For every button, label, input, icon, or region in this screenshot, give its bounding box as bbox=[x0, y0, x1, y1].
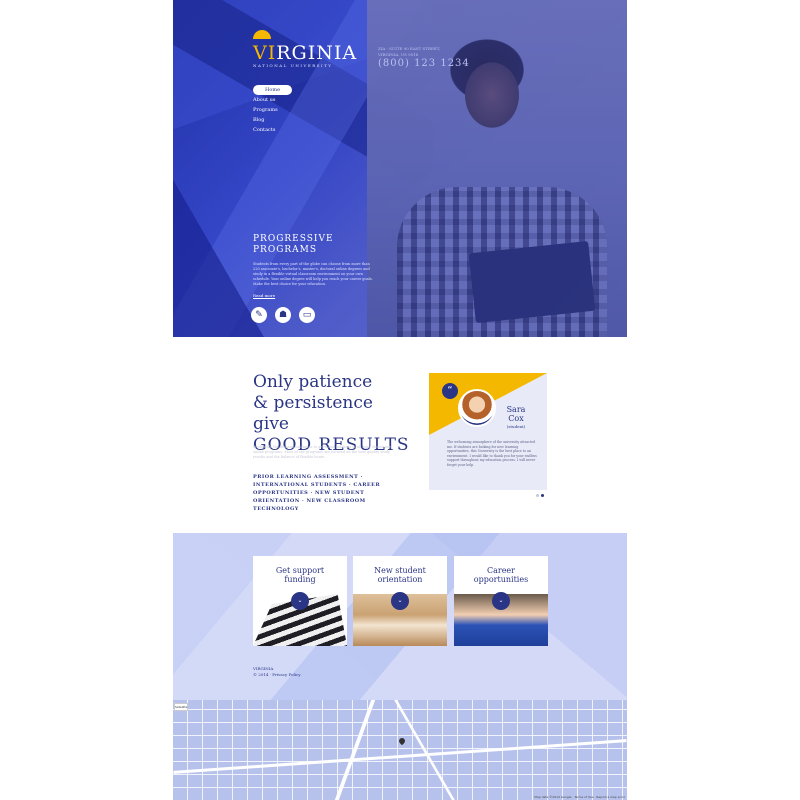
map-road bbox=[334, 700, 376, 800]
carousel-dot-active[interactable] bbox=[541, 494, 544, 497]
quote-icon: “ bbox=[442, 383, 458, 399]
hero-heading: PROGRESSIVE PROGRAMS bbox=[253, 234, 334, 255]
service-card-orientation[interactable]: New student orientation ⌄ bbox=[353, 556, 447, 646]
header-phone[interactable]: (800) 123 1234 bbox=[378, 58, 470, 69]
heading-line-1: Only patience bbox=[253, 372, 373, 392]
header-address: ZIA - SUITE 90 EAST STREET, VIRGINIA, US… bbox=[378, 46, 441, 57]
chevron-down-icon[interactable]: ⌄ bbox=[391, 592, 409, 610]
hero-icon-row: ✎ ☗ ▭ bbox=[251, 307, 315, 323]
program-links[interactable]: PRIOR LEARNING ASSESSMENT · INTERNATIONA… bbox=[253, 473, 408, 513]
section-body-text: Worldwide the demand continues to grow a… bbox=[253, 445, 392, 459]
section-heading: Only patience & persistence give GOOD RE… bbox=[253, 372, 413, 456]
chevron-down-icon[interactable]: ⌄ bbox=[291, 592, 309, 610]
read-more-link[interactable]: Read more bbox=[253, 293, 275, 298]
chevron-down-icon[interactable]: ⌄ bbox=[492, 592, 510, 610]
nav-item-blog[interactable]: Blog bbox=[253, 115, 292, 125]
laptop-icon[interactable]: ▭ bbox=[299, 307, 315, 323]
map-road bbox=[394, 700, 455, 800]
map-road bbox=[173, 739, 627, 774]
logo-subtitle: NATIONAL UNIVERSITY bbox=[253, 63, 333, 68]
book-icon[interactable]: ✎ bbox=[251, 307, 267, 323]
footer-copyright[interactable]: © 2014 · Privacy Policy bbox=[253, 672, 301, 677]
card-title: Career opportunities bbox=[473, 566, 529, 584]
carousel-dots bbox=[536, 494, 544, 497]
service-card-career[interactable]: Career opportunities ⌄ bbox=[454, 556, 548, 646]
testimonial-role: (student) bbox=[506, 424, 526, 429]
hero-photo-book bbox=[468, 240, 596, 324]
logo-title[interactable]: VIRGINIA bbox=[253, 42, 357, 64]
card-title: New student orientation bbox=[374, 566, 426, 584]
map-credit[interactable]: Map data ©2014 Google · Terms of Use · R… bbox=[534, 795, 625, 799]
hero-section: VIRGINIA NATIONAL UNIVERSITY ZIA - SUITE… bbox=[173, 0, 627, 337]
nav-item-programs[interactable]: Programs bbox=[253, 105, 292, 115]
people-icon[interactable]: ☗ bbox=[275, 307, 291, 323]
nav-item-about[interactable]: About us bbox=[253, 95, 292, 105]
testimonial-card: “ Sara Cox (student) The welcoming atmos… bbox=[429, 373, 547, 490]
map-type-control[interactable]: Satellite bbox=[174, 703, 188, 711]
testimonial-name: Sara Cox bbox=[506, 405, 526, 423]
service-card-funding[interactable]: Get support funding ⌄ bbox=[253, 556, 347, 646]
main-nav: Home About us Programs Blog Contacts bbox=[253, 85, 292, 135]
heading-line-2: & persistence give bbox=[253, 393, 373, 434]
card-title: Get support funding bbox=[275, 566, 325, 584]
avatar bbox=[458, 389, 496, 427]
map[interactable]: Map data ©2014 Google · Terms of Use · R… bbox=[173, 700, 627, 800]
hero-paragraph: Students from every part of the globe ca… bbox=[253, 262, 373, 286]
nav-item-contacts[interactable]: Contacts bbox=[253, 125, 292, 135]
footer-brand: VIRGINIA bbox=[253, 666, 274, 671]
services-section: Get support funding ⌄ New student orient… bbox=[173, 533, 627, 700]
carousel-dot[interactable] bbox=[536, 494, 539, 497]
testimonial-text: The welcoming atmosphere of the universi… bbox=[447, 440, 537, 467]
page: VIRGINIA NATIONAL UNIVERSITY ZIA - SUITE… bbox=[173, 0, 627, 800]
nav-item-home[interactable]: Home bbox=[253, 85, 292, 95]
